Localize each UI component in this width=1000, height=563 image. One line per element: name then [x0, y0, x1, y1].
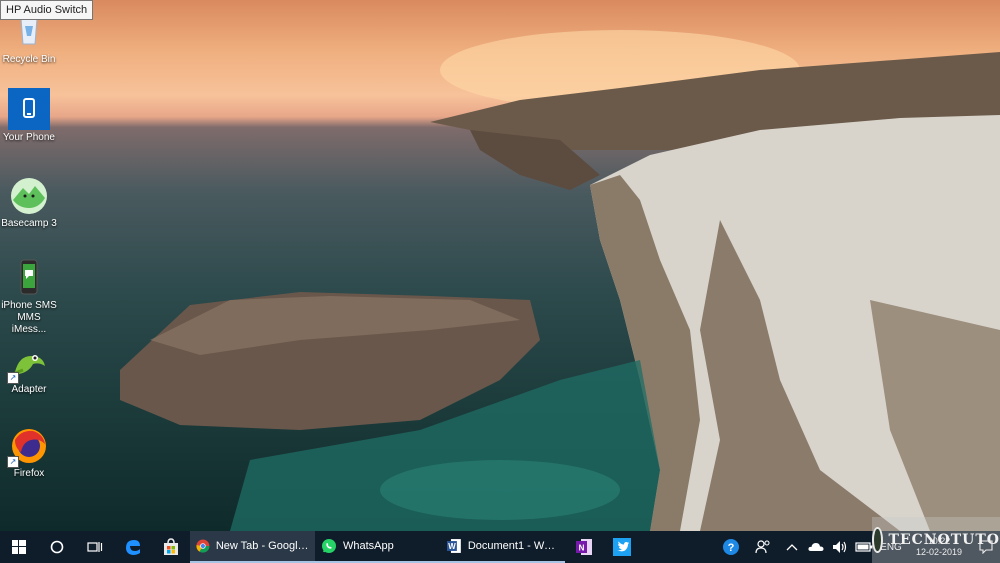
- taskbar: New Tab - Google C... WhatsApp W Documen…: [0, 531, 1000, 563]
- tooltip: HP Audio Switch: [0, 0, 94, 20]
- svg-text:W: W: [448, 542, 456, 551]
- search-button[interactable]: [38, 531, 76, 563]
- adapter-icon: ↗: [7, 342, 49, 384]
- help-button[interactable]: ?: [716, 531, 746, 563]
- edge-icon: [126, 540, 140, 555]
- desktop-icon-your-phone[interactable]: Your Phone: [0, 88, 58, 144]
- desktop-icon-firefox[interactable]: ↗ Firefox: [0, 426, 58, 480]
- store-icon: [164, 538, 178, 555]
- taskbar-twitter[interactable]: [603, 531, 641, 563]
- task-view-button[interactable]: [76, 531, 114, 563]
- battery-icon: [855, 542, 873, 552]
- sms-app-icon: [9, 258, 49, 298]
- desktop-icon-recycle-bin[interactable]: Recycle Bin: [0, 12, 58, 66]
- taskbar-store[interactable]: [152, 531, 190, 563]
- whatsapp-icon: [322, 539, 336, 553]
- taskbar-app-word[interactable]: W Document1 - Word: [440, 531, 565, 563]
- onenote-icon: N: [576, 539, 592, 555]
- shortcut-arrow-icon: ↗: [7, 456, 19, 468]
- svg-text:N: N: [579, 544, 585, 553]
- taskbar-onenote[interactable]: N: [565, 531, 603, 563]
- windows-icon: [12, 540, 26, 554]
- watermark-logo-icon: [872, 527, 883, 553]
- desktop-wallpaper: [0, 0, 1000, 531]
- chrome-icon: [196, 539, 210, 553]
- watermark: TECNOTUTO: [872, 517, 1000, 563]
- onedrive-button[interactable]: [804, 531, 828, 563]
- basecamp-icon: [9, 176, 49, 216]
- firefox-icon: ↗: [7, 426, 49, 468]
- word-icon: W: [446, 539, 461, 553]
- people-button[interactable]: [746, 531, 780, 563]
- desktop-icon-adapter[interactable]: ↗ Adapter: [0, 342, 58, 396]
- show-hidden-icons-button[interactable]: [780, 531, 804, 563]
- phone-icon: [8, 88, 50, 130]
- cortana-icon: [50, 540, 64, 554]
- volume-button[interactable]: [828, 531, 852, 563]
- desktop-icon-basecamp[interactable]: Basecamp 3: [0, 176, 58, 230]
- people-icon: [755, 540, 770, 554]
- help-icon: ?: [723, 539, 739, 555]
- shortcut-arrow-icon: ↗: [7, 372, 19, 384]
- wallpaper-scene: [120, 30, 1000, 531]
- start-button[interactable]: [0, 531, 38, 563]
- speaker-icon: [833, 541, 847, 553]
- taskbar-edge[interactable]: [114, 531, 152, 563]
- taskbar-app-chrome[interactable]: New Tab - Google C...: [190, 531, 315, 563]
- desktop-icon-sms-app[interactable]: iPhone SMS MMS iMess...: [0, 258, 58, 336]
- task-view-icon: [87, 542, 103, 552]
- svg-text:?: ?: [728, 542, 735, 554]
- cloud-icon: [808, 543, 824, 551]
- chevron-up-icon: [786, 544, 798, 551]
- taskbar-app-whatsapp[interactable]: WhatsApp: [315, 531, 440, 563]
- twitter-icon: [613, 538, 631, 556]
